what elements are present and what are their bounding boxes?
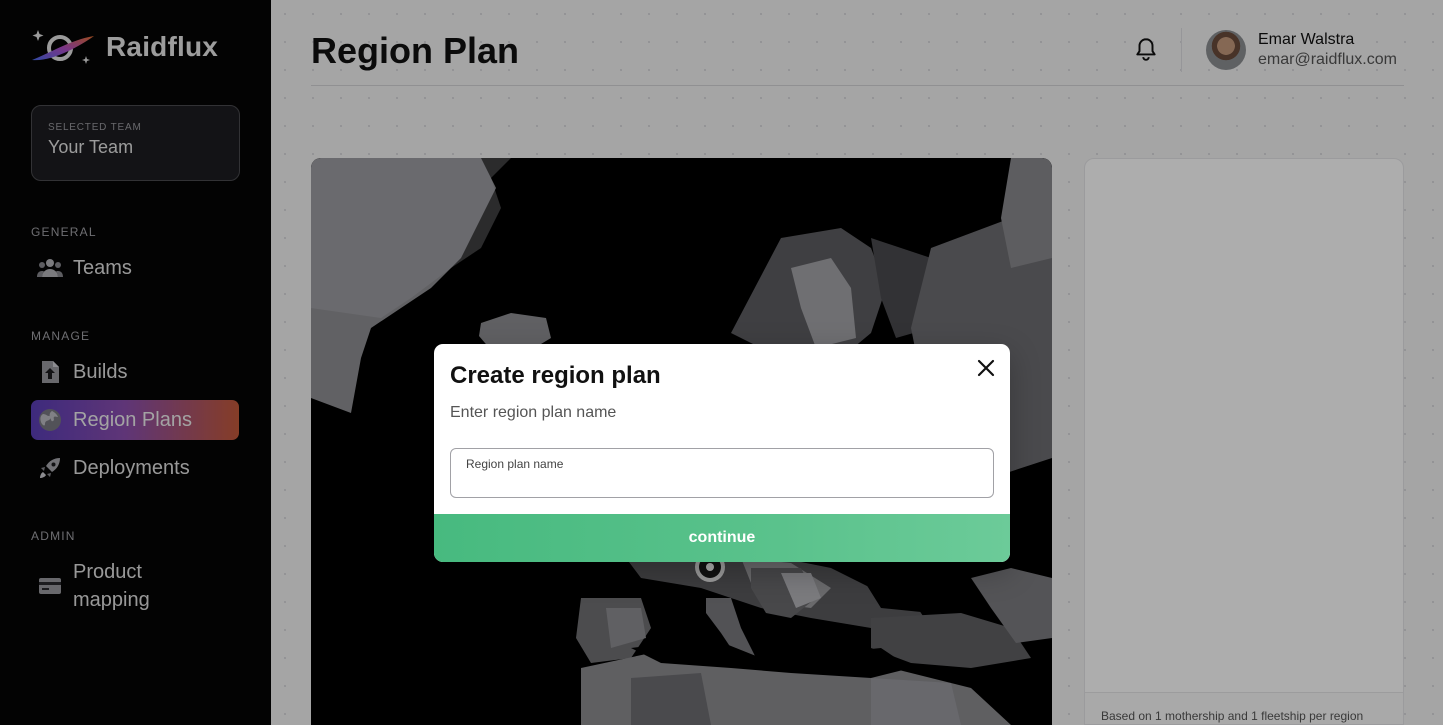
create-region-plan-dialog: Create region plan Enter region plan nam…: [434, 344, 1010, 562]
dialog-title: Create region plan: [450, 362, 661, 389]
dialog-subtitle: Enter region plan name: [450, 404, 617, 421]
close-icon[interactable]: [974, 356, 998, 380]
continue-button[interactable]: continue: [434, 514, 1010, 562]
region-plan-name-field[interactable]: Region plan name: [450, 448, 994, 498]
region-plan-name-input[interactable]: [465, 473, 975, 493]
field-label: Region plan name: [466, 457, 564, 471]
